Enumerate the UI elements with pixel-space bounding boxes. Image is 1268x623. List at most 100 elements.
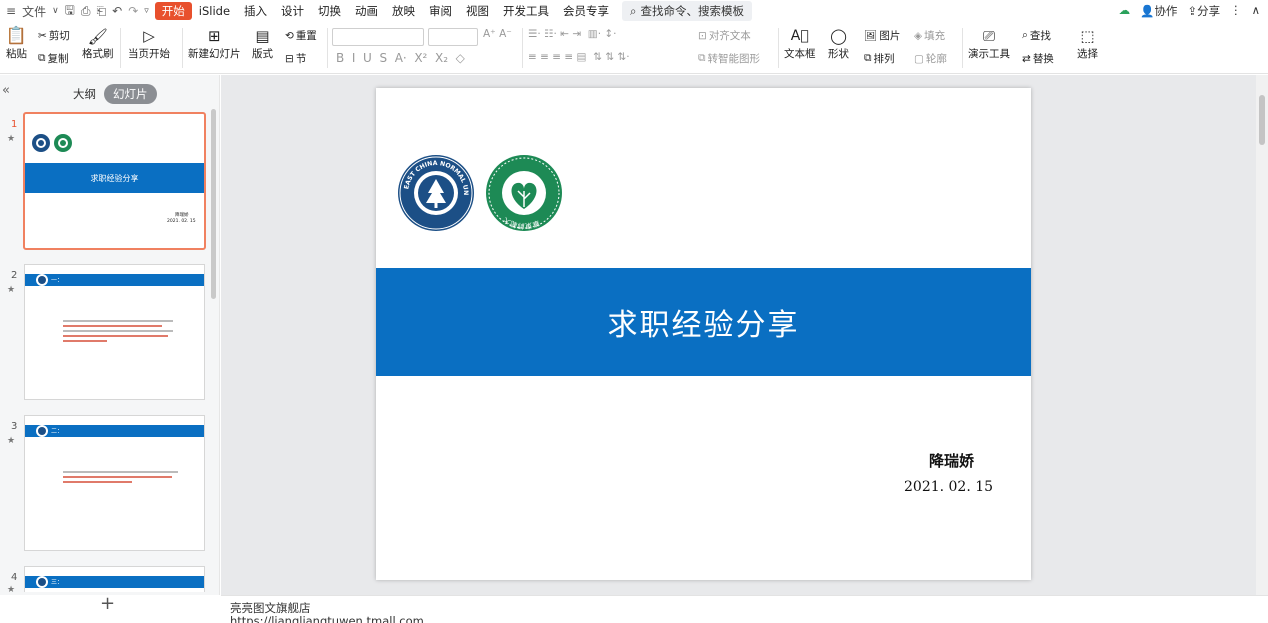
slide-thumbnail-1[interactable]: 求职经验分享 降瑞娇 2021. 02. 15	[23, 112, 206, 250]
thumb-heading: 三：	[51, 579, 64, 586]
copy-icon: ⧉	[38, 52, 46, 64]
ecnu-logo: EAST CHINA NORMAL UNIVERSITY	[396, 153, 474, 231]
print-icon[interactable]: ⎙	[81, 4, 91, 19]
present-tools-label: 演示工具	[968, 48, 1010, 60]
paste-label: 粘贴	[6, 48, 27, 60]
university-logos: EAST CHINA NORMAL UNIVERSITY 華東師範大學	[396, 153, 562, 231]
undo-icon[interactable]: ↶	[112, 4, 122, 18]
collapse-ribbon-icon[interactable]: ∧	[1252, 3, 1260, 19]
speaker-notes[interactable]: 亮亮图文旗舰店 https://liangliangtuwen.tmall.co…	[221, 595, 1268, 623]
add-slide-icon[interactable]: +	[100, 593, 115, 614]
tab-developer[interactable]: 开发工具	[496, 3, 556, 19]
picture-button[interactable]: 🖼 图片	[864, 28, 900, 43]
chevron-down-icon[interactable]: ∨	[52, 6, 59, 16]
cut-button[interactable]: ✂ 剪切	[38, 28, 70, 43]
arrange-button[interactable]: ⧉ 排列	[864, 51, 895, 66]
select-button[interactable]: ⬚ 选择	[1077, 26, 1098, 61]
green-emblem-logo: 華東師範大學	[481, 153, 562, 231]
tab-slideshow[interactable]: 放映	[385, 3, 422, 19]
layout-button[interactable]: ▤ 版式	[252, 26, 273, 61]
outline-icon: ▢	[914, 52, 924, 65]
font-style-buttons[interactable]: B I U S A· X² X₂ ◇	[336, 51, 465, 65]
logo-icon	[36, 425, 48, 437]
picture-label: 图片	[879, 30, 901, 42]
notes-line-2: https://liangliangtuwen.tmall.com	[230, 614, 424, 623]
tab-member[interactable]: 会员专享	[556, 3, 616, 19]
panel-scrollbar[interactable]	[211, 109, 216, 299]
save-icon[interactable]: 🖫	[65, 1, 75, 22]
font-grow-shrink[interactable]: A⁺ A⁻	[483, 28, 512, 40]
shape-label: 形状	[828, 48, 849, 60]
university-logos-thumb	[32, 134, 72, 152]
shape-button[interactable]: ◯ 形状	[828, 26, 849, 61]
format-painter-button[interactable]: 🖌 格式刷	[82, 26, 114, 61]
file-menu[interactable]: 文件	[22, 3, 46, 20]
list-buttons[interactable]: ☰· ☷· ⇤ ⇥ ▥· ↕·	[528, 28, 617, 40]
share-button[interactable]: ⇪分享	[1187, 3, 1220, 19]
tab-view[interactable]: 视图	[459, 3, 496, 19]
reset-button[interactable]: ⟲ 重置	[285, 28, 317, 43]
paragraph-align-buttons[interactable]: ≡ ≡ ≡ ≡ ▤ ⇅ ⇅ ⇅·	[528, 51, 630, 63]
section-icon: ⊟	[285, 52, 294, 65]
replace-button[interactable]: ⇄ 替换	[1022, 51, 1054, 66]
picture-icon: 🖼	[864, 30, 878, 42]
tab-animation[interactable]: 动画	[348, 3, 385, 19]
hamburger-icon[interactable]: ≡	[6, 4, 16, 18]
cloud-icon[interactable]: ☁	[1119, 3, 1131, 19]
new-slide-icon: ⊞	[207, 27, 221, 45]
preview-icon[interactable]: ⎗	[97, 4, 107, 19]
collab-button[interactable]: 👤协作	[1140, 3, 1177, 19]
tab-islide[interactable]: iSlide	[192, 4, 237, 18]
collab-label: 协作	[1154, 4, 1178, 18]
smart-art-button[interactable]: ⧉ 转智能图形	[698, 51, 760, 66]
thumb-date: 2021. 02. 15	[167, 219, 196, 224]
outline-button[interactable]: ▢ 轮廓	[914, 51, 947, 66]
fill-button[interactable]: ◈ 填充	[914, 28, 945, 43]
thumb-body-text	[63, 468, 178, 486]
text-box-button[interactable]: A⃞ 文本框	[784, 26, 816, 61]
tab-review[interactable]: 审阅	[422, 3, 459, 19]
user-icon: 👤	[1140, 4, 1155, 18]
canvas-scrollbar[interactable]	[1256, 75, 1268, 595]
slide-thumbnail-3[interactable]: 二：	[24, 415, 205, 551]
command-search[interactable]: ⌕ 查找命令、搜索模板	[622, 1, 752, 21]
align-text-button[interactable]: ⊡ 对齐文本	[698, 28, 751, 43]
font-name-select[interactable]	[332, 28, 424, 46]
tab-transition[interactable]: 切换	[311, 3, 348, 19]
copy-button[interactable]: ⧉ 复制	[38, 51, 69, 66]
play-from-current-button[interactable]: ▷ 当页开始	[128, 26, 170, 61]
thumb-title-bar: 求职经验分享	[25, 163, 204, 193]
tab-slides[interactable]: 幻灯片	[104, 84, 157, 104]
scrollbar-thumb[interactable]	[1259, 95, 1265, 145]
cut-label: 剪切	[48, 30, 70, 42]
more-icon[interactable]: ⋮	[1230, 3, 1242, 19]
redo-icon[interactable]: ↷	[128, 4, 138, 18]
thumb-heading: 二：	[51, 428, 64, 435]
present-tools-button[interactable]: ⎚ 演示工具	[968, 26, 1010, 61]
new-slide-button[interactable]: ⊞ 新建幻灯片	[188, 26, 241, 61]
tab-home[interactable]: 开始	[154, 2, 192, 20]
find-label: 查找	[1029, 30, 1051, 42]
section-button[interactable]: ⊟ 节	[285, 51, 306, 66]
presentation-date[interactable]: 2021. 02. 15	[904, 479, 993, 495]
font-size-select[interactable]	[428, 28, 478, 46]
tab-design[interactable]: 设计	[274, 3, 311, 19]
tab-insert[interactable]: 插入	[237, 3, 274, 19]
find-button[interactable]: ⌕ 查找	[1022, 28, 1051, 43]
tab-outline[interactable]: 大纲	[64, 84, 105, 104]
dropdown-icon[interactable]: ▿	[144, 6, 149, 16]
search-icon: ⌕	[630, 3, 637, 18]
search-input[interactable]: 查找命令、搜索模板	[641, 3, 745, 19]
paste-button[interactable]: 📋 粘贴	[6, 26, 27, 61]
menubar-right: ☁ 👤协作 ⇪分享 ⋮ ∧	[1119, 3, 1260, 19]
slide-editing-canvas: EAST CHINA NORMAL UNIVERSITY 華東師範大學 求职经验…	[221, 75, 1256, 595]
author-name[interactable]: 降瑞娇	[929, 450, 974, 471]
slide-title[interactable]: 求职经验分享	[608, 300, 800, 344]
reset-icon: ⟲	[285, 29, 294, 42]
slide-thumbnail-2[interactable]: 一：	[24, 264, 205, 400]
slide-thumbnail-4[interactable]: 三：	[24, 566, 205, 592]
slide-thumbnail-panel: « 大纲 幻灯片 1 ★ 求职经验分享 降瑞娇 2021. 02. 15 2 ★…	[0, 75, 220, 614]
format-painter-label: 格式刷	[82, 48, 114, 60]
copy-label: 复制	[47, 53, 69, 65]
current-slide[interactable]: EAST CHINA NORMAL UNIVERSITY 華東師範大學 求职经验…	[376, 88, 1031, 580]
